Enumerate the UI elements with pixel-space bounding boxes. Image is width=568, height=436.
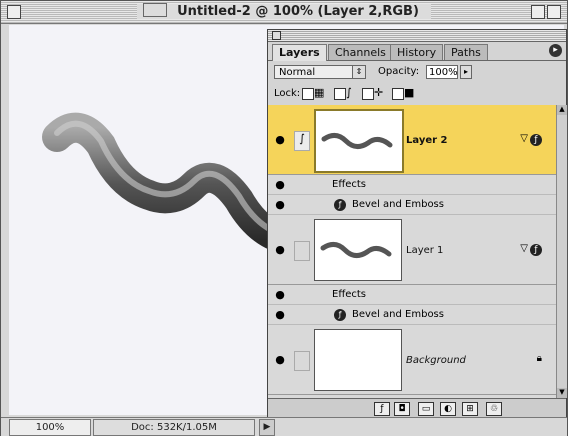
document-icon	[143, 3, 168, 17]
layer-row-layer-2[interactable]: ● ∫ Layer 2 ▽ ƒ	[268, 105, 556, 175]
lock-icon: 🔒︎	[536, 353, 542, 364]
effect-name: Bevel and Emboss	[352, 199, 444, 210]
layer-name[interactable]: Layer 1	[406, 245, 443, 256]
trash-icon[interactable]: ♲	[486, 402, 502, 416]
brush-icon: ∫	[346, 86, 352, 99]
lock-row: Lock: ▦ ∫ ✛ ■	[268, 83, 566, 106]
scroll-down-arrow-icon[interactable]: ▼	[557, 388, 567, 398]
palette-close-box[interactable]	[272, 31, 281, 40]
layer-row-background[interactable]: ● Background 🔒︎	[268, 325, 556, 395]
layer-thumbnail	[314, 219, 402, 281]
effects-row[interactable]: ● Effects	[268, 285, 556, 305]
eye-icon[interactable]: ●	[272, 198, 288, 212]
zoom-box[interactable]	[531, 5, 545, 19]
collapse-box[interactable]	[547, 5, 561, 19]
effects-label: Effects	[332, 289, 366, 300]
status-bar: 100% Doc: 532K/1.05M ▶	[1, 417, 567, 436]
lock-image-checkbox[interactable]	[334, 88, 346, 100]
effect-item[interactable]: ● ƒ Bevel and Emboss	[268, 305, 556, 325]
tab-layers[interactable]: Layers	[272, 44, 327, 61]
chevron-down-icon[interactable]: ▽	[520, 243, 528, 254]
layer-thumbnail	[314, 109, 404, 173]
opacity-input[interactable]: 100%	[426, 65, 458, 79]
effect-item[interactable]: ● ƒ Bevel and Emboss	[268, 195, 556, 215]
lock-transparency-checkbox[interactable]	[302, 88, 314, 100]
link-cell[interactable]	[294, 351, 310, 371]
move-icon: ✛	[374, 86, 384, 99]
effects-icon: ƒ	[530, 134, 542, 146]
layer-thumbnail	[314, 329, 402, 391]
title-bar[interactable]: Untitled-2 @ 100% (Layer 2,RGB)	[1, 1, 567, 24]
effects-label: Effects	[332, 179, 366, 190]
new-set-icon[interactable]: ▭	[418, 402, 434, 416]
eye-icon[interactable]: ●	[272, 178, 288, 192]
add-mask-icon[interactable]: ◘	[394, 402, 410, 416]
lock-all-checkbox[interactable]	[392, 88, 404, 100]
palette-title-bar[interactable]	[268, 30, 566, 42]
lock-label: Lock:	[274, 88, 301, 99]
transparency-icon: ▦	[314, 86, 325, 99]
layer-name[interactable]: Layer 2	[406, 135, 447, 146]
layers-palette: Layers Channels History Paths ▸ Normal ⇕…	[267, 29, 567, 417]
tab-history[interactable]: History	[390, 44, 444, 60]
tab-paths[interactable]: Paths	[444, 44, 488, 60]
lock-position-checkbox[interactable]	[362, 88, 374, 100]
blend-mode-value: Normal	[279, 67, 316, 78]
blend-mode-select[interactable]: Normal ⇕	[274, 65, 366, 79]
effects-icon: ƒ	[334, 199, 346, 211]
palette-menu-icon[interactable]: ▸	[549, 44, 562, 57]
effect-name: Bevel and Emboss	[352, 309, 444, 320]
layer-name[interactable]: Background	[406, 355, 466, 366]
palette-tabs: Layers Channels History Paths ▸	[268, 42, 566, 61]
new-fill-layer-icon[interactable]: ◐	[440, 402, 456, 416]
zoom-field[interactable]: 100%	[9, 419, 91, 436]
document-window: Untitled-2 @ 100% (Layer 2,RGB) Layers C…	[0, 0, 568, 436]
brush-icon[interactable]: ∫	[294, 131, 310, 151]
eye-icon[interactable]: ●	[272, 353, 288, 367]
opacity-slider-button[interactable]: ▸	[460, 65, 472, 79]
eye-icon[interactable]: ●	[272, 243, 288, 257]
blend-opacity-row: Normal ⇕ Opacity: 100% ▸	[268, 61, 566, 83]
doc-size-readout[interactable]: Doc: 532K/1.05M	[93, 419, 255, 436]
chevron-down-icon: ⇕	[352, 66, 365, 78]
window-title: Untitled-2 @ 100% (Layer 2,RGB)	[1, 3, 567, 19]
opacity-label: Opacity:	[378, 66, 420, 77]
new-layer-icon[interactable]: ⊞	[462, 402, 478, 416]
layer-row-layer-1[interactable]: ● Layer 1 ▽ ƒ	[268, 215, 556, 285]
effects-icon: ƒ	[334, 309, 346, 321]
status-menu-arrow-icon[interactable]: ▶	[259, 419, 275, 436]
layers-scrollbar[interactable]: ▲ ▼	[556, 105, 567, 398]
eye-icon[interactable]: ●	[272, 308, 288, 322]
link-cell[interactable]	[294, 241, 310, 261]
tab-channels[interactable]: Channels	[328, 44, 393, 60]
effects-icon: ƒ	[530, 244, 542, 256]
lock-icon: ■	[404, 86, 415, 99]
layers-list: ● ∫ Layer 2 ▽ ƒ ● Effects ● ƒ Bevel and …	[268, 105, 556, 398]
palette-bottom-bar: ƒ ◘ ▭ ◐ ⊞ ♲	[268, 398, 566, 417]
window-title-text: Untitled-2 @ 100% (Layer 2,RGB)	[171, 4, 425, 19]
scroll-up-arrow-icon[interactable]: ▲	[557, 105, 567, 115]
eye-icon[interactable]: ●	[272, 133, 288, 147]
add-layer-style-icon[interactable]: ƒ	[374, 402, 390, 416]
eye-icon[interactable]: ●	[272, 288, 288, 302]
chevron-down-icon[interactable]: ▽	[520, 133, 528, 144]
effects-row[interactable]: ● Effects	[268, 175, 556, 195]
